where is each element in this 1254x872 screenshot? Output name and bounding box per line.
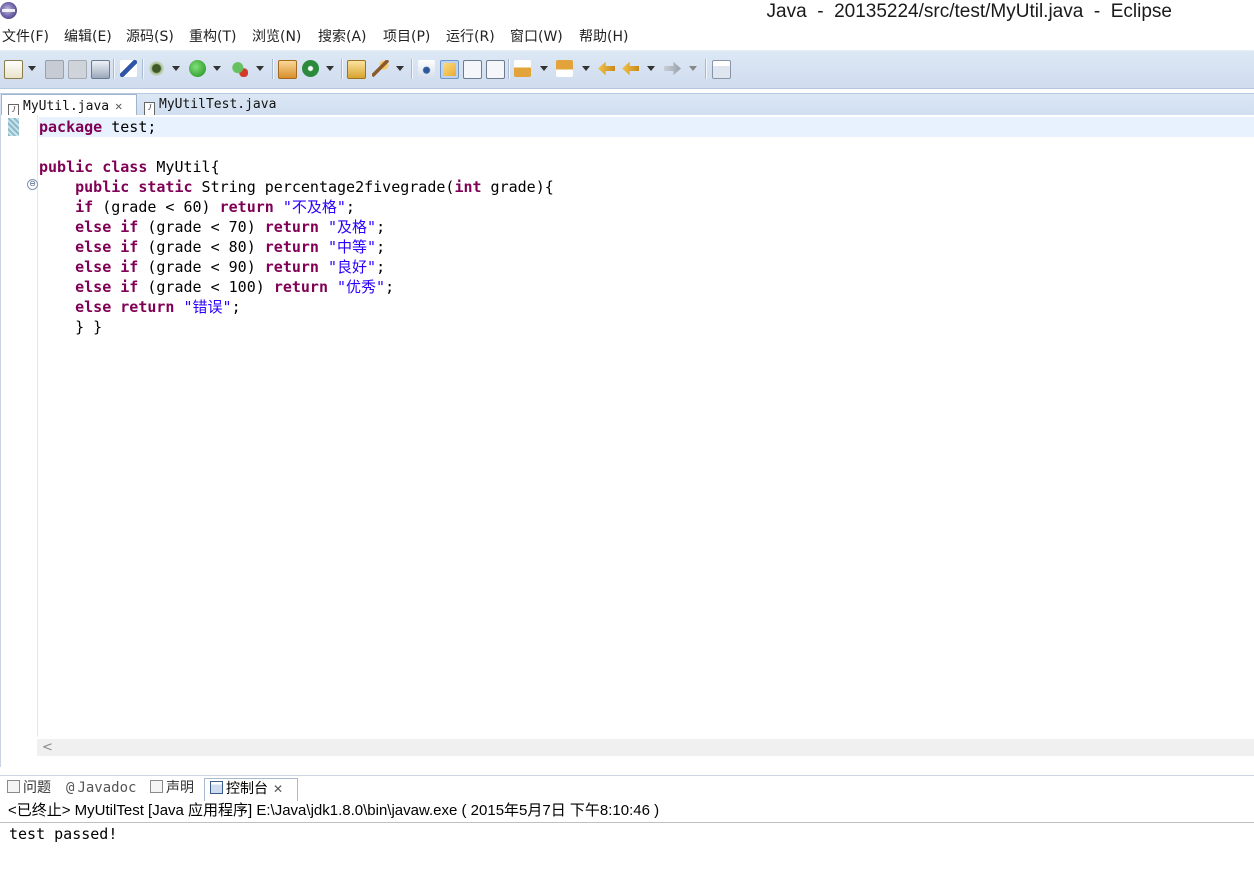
last-edit-icon[interactable] <box>598 61 615 76</box>
print-icon[interactable] <box>91 60 110 79</box>
code-line-3: public class MyUtil{ <box>39 158 220 176</box>
menu-project[interactable]: 项目(P) <box>383 28 430 46</box>
main-toolbar <box>0 50 1254 89</box>
quick-diff-marker <box>8 118 19 136</box>
debug-icon[interactable] <box>148 60 165 77</box>
tab-problems-label: 问题 <box>23 780 51 796</box>
console-output[interactable]: test passed! <box>9 824 117 844</box>
menu-refactor[interactable]: 重构(T) <box>189 28 236 46</box>
menu-help[interactable]: 帮助(H) <box>579 28 628 46</box>
toolbar-separator <box>705 59 707 79</box>
toolbar-separator <box>142 59 144 79</box>
toggle-breadcrumb-icon[interactable] <box>418 60 435 77</box>
previous-annotation-dropdown-icon[interactable] <box>582 66 590 71</box>
title-bar: Java - 20135224/src/test/MyUtil.java - E… <box>0 0 1254 24</box>
tab-console[interactable]: 控制台 ✕ <box>204 778 298 801</box>
save-all-icon[interactable] <box>68 60 87 79</box>
code-line-7: else if (grade < 80) return "中等"; <box>75 238 386 256</box>
toolbar-separator <box>341 59 343 79</box>
editor-tab-bar: J MyUtil.java ✕ J MyUtilTest.java <box>0 93 1254 118</box>
mark-occurrences-icon[interactable] <box>440 60 459 79</box>
new-class-dropdown-icon[interactable] <box>326 66 334 71</box>
menu-edit[interactable]: 编辑(E) <box>64 28 112 46</box>
show-whitespace-icon[interactable] <box>486 60 505 79</box>
bottom-panel-tab-bar: 问题 @ Javadoc 声明 控制台 ✕ <box>0 775 1254 801</box>
declaration-icon <box>150 780 163 793</box>
forward-icon[interactable] <box>664 61 681 76</box>
next-annotation-dropdown-icon[interactable] <box>540 66 548 71</box>
search-icon[interactable] <box>372 60 389 77</box>
console-status-line: <已终止> MyUtilTest [Java 应用程序] E:\Java\jdk… <box>0 800 1254 823</box>
eclipse-logo-icon[interactable] <box>0 2 17 19</box>
toolbar-separator <box>272 59 274 79</box>
tab-declaration[interactable]: 声明 <box>145 778 203 800</box>
previous-annotation-icon[interactable] <box>556 60 573 77</box>
scroll-left-icon[interactable]: < <box>42 739 53 756</box>
folding-gutter: ⊖ <box>19 115 38 737</box>
tab-javadoc[interactable]: @ Javadoc <box>64 778 142 800</box>
code-line-10: else return "错误"; <box>75 298 241 316</box>
window-title: Java - 20135224/src/test/MyUtil.java - E… <box>766 1 1173 22</box>
code-line-4: public static String percentage2fivegrad… <box>75 178 554 196</box>
code-line-11: } } <box>39 318 103 336</box>
tab-problems[interactable]: 问题 <box>2 778 58 800</box>
open-type-icon[interactable] <box>347 60 366 79</box>
code-line-6: else if (grade < 70) return "及格"; <box>75 218 386 236</box>
code-editor[interactable]: ⊖ package test; public class MyUtil{ pub… <box>0 115 1254 767</box>
new-icon[interactable] <box>4 60 23 79</box>
code-line-9: else if (grade < 100) return "优秀"; <box>75 278 395 296</box>
tab-label: MyUtilTest.java <box>159 97 277 112</box>
back-dropdown-icon[interactable] <box>647 66 655 71</box>
menu-window[interactable]: 窗口(W) <box>510 28 563 46</box>
tab-myutiltest-java[interactable]: J MyUtilTest.java <box>138 94 288 116</box>
debug-dropdown-icon[interactable] <box>172 66 180 71</box>
toolbar-separator <box>508 59 510 79</box>
back-icon[interactable] <box>622 61 639 76</box>
horizontal-scrollbar[interactable]: < <box>37 739 1254 756</box>
java-file-icon: J <box>144 102 155 116</box>
toolbar-separator <box>113 59 115 79</box>
block-selection-icon[interactable] <box>463 60 482 79</box>
code-line-5: if (grade < 60) return "不及格"; <box>75 198 355 216</box>
problems-icon <box>7 780 20 793</box>
tab-console-label: 控制台 <box>226 781 268 797</box>
open-perspective-icon[interactable] <box>712 60 731 79</box>
menu-bar: 文件(F) 编辑(E) 源码(S) 重构(T) 浏览(N) 搜索(A) 项目(P… <box>0 25 1254 49</box>
search-dropdown-icon[interactable] <box>396 66 404 71</box>
javadoc-icon: @ <box>66 780 75 796</box>
close-icon[interactable]: ✕ <box>273 779 283 799</box>
tab-javadoc-label: Javadoc <box>77 780 137 796</box>
pin-icon[interactable] <box>120 60 137 77</box>
tab-label: MyUtil.java <box>23 99 110 114</box>
close-icon[interactable]: ✕ <box>115 95 122 117</box>
console-header-text: <已终止> MyUtilTest [Java 应用程序] E:\Java\jdk… <box>8 802 660 819</box>
new-dropdown-icon[interactable] <box>28 66 36 71</box>
menu-source[interactable]: 源码(S) <box>126 28 174 46</box>
menu-run[interactable]: 运行(R) <box>446 28 495 46</box>
menu-file[interactable]: 文件(F) <box>2 28 49 46</box>
new-java-package-icon[interactable] <box>278 60 297 79</box>
external-tools-icon[interactable] <box>231 60 248 77</box>
tab-myutil-java[interactable]: J MyUtil.java ✕ <box>1 94 137 118</box>
toolbar-separator <box>411 59 413 79</box>
external-tools-dropdown-icon[interactable] <box>256 66 264 71</box>
tab-declaration-label: 声明 <box>166 780 194 796</box>
run-icon[interactable] <box>189 60 206 77</box>
save-icon[interactable] <box>45 60 64 79</box>
next-annotation-icon[interactable] <box>514 60 531 77</box>
menu-search[interactable]: 搜索(A) <box>318 28 367 46</box>
code-line-8: else if (grade < 90) return "良好"; <box>75 258 386 276</box>
collapse-icon[interactable]: ⊖ <box>27 179 38 190</box>
forward-dropdown-icon[interactable] <box>689 66 697 71</box>
code-line-1: package test; <box>39 117 1254 137</box>
console-icon <box>210 781 223 794</box>
vertical-ruler <box>1 115 19 737</box>
menu-navigate[interactable]: 浏览(N) <box>252 28 301 46</box>
new-java-class-icon[interactable] <box>302 60 319 77</box>
run-dropdown-icon[interactable] <box>213 66 221 71</box>
